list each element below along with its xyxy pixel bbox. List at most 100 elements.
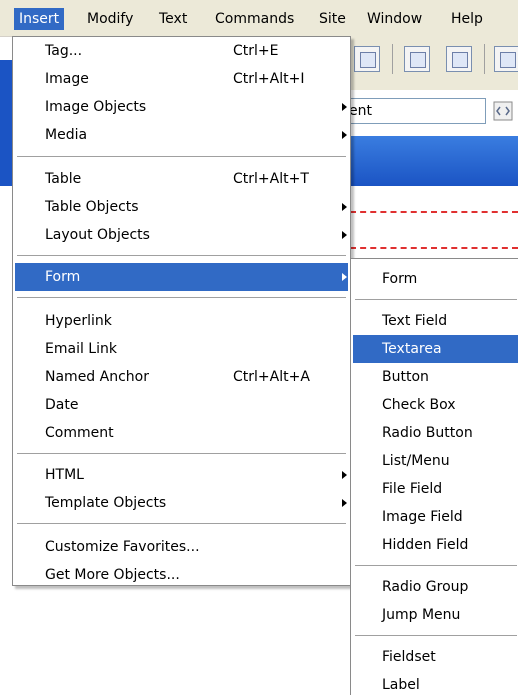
submenu-item-check-box[interactable]: Check Box [353,391,518,419]
menu-item-table-objects[interactable]: Table Objects [15,193,348,221]
menu-separator [17,453,346,457]
submenu-item-fieldset[interactable]: Fieldset [353,643,518,671]
background-panel-edge [0,60,12,186]
menu-item-layout-objects[interactable]: Layout Objects [15,221,348,249]
submenu-item-label: Radio Group [382,579,469,595]
submenu-separator [355,565,517,569]
menu-item-shortcut: Ctrl+Alt+T [233,171,309,187]
menu-item-label: Form [45,269,81,285]
toolbar-button-icon[interactable] [354,46,380,72]
menu-commands[interactable]: Commands [210,8,299,30]
submenu-item-label: List/Menu [382,453,450,469]
menu-modify[interactable]: Modify [82,8,138,30]
submenu-item-label: Textarea [382,341,442,357]
submenu-arrow-icon [342,499,347,507]
submenu-arrow-icon [342,273,347,281]
menu-insert[interactable]: Insert [14,8,65,30]
submenu-item-label: Check Box [382,397,456,413]
toolbar-separator [484,44,485,74]
submenu-item-label: Radio Button [382,425,473,441]
menu-item-image-objects[interactable]: Image Objects [15,93,348,121]
submenu-item-label: File Field [382,481,443,497]
menu-item-label: Media [45,127,88,143]
submenu-item-label: Hidden Field [382,537,469,553]
menu-item-shortcut: Ctrl+Alt+I [233,71,305,87]
tag-chooser-icon[interactable] [492,100,514,122]
menu-item-label: Layout Objects [45,227,150,243]
menu-item-label: Comment [45,425,114,441]
submenu-arrow-icon [342,203,347,211]
toolbar-separator [392,44,393,74]
submenu-item-file-field[interactable]: File Field [353,475,518,503]
menu-item-label: Template Objects [45,495,167,511]
submenu-item-text-field[interactable]: Text Field [353,307,518,335]
menu-item-image[interactable]: Image Ctrl+Alt+I [15,65,348,93]
toolbar-button-icon[interactable] [404,46,430,72]
menu-item-customize-favorites[interactable]: Customize Favorites... [15,533,348,561]
submenu-arrow-icon [342,231,347,239]
menu-item-form[interactable]: Form [15,263,348,291]
menu-site[interactable]: Site [314,8,351,30]
menu-item-date[interactable]: Date [15,391,348,419]
background-input[interactable]: ent [340,98,486,124]
menu-item-label: Table Objects [45,199,139,215]
submenu-item-label: Image Field [382,509,463,525]
menu-item-get-more-objects[interactable]: Get More Objects... [15,561,348,589]
menu-item-template-objects[interactable]: Template Objects [15,489,348,517]
menu-separator [17,523,346,527]
menu-window[interactable]: Window [362,8,427,30]
menu-item-email-link[interactable]: Email Link [15,335,348,363]
menu-item-shortcut: Ctrl+Alt+A [233,369,310,385]
menu-item-hyperlink[interactable]: Hyperlink [15,307,348,335]
menu-item-named-anchor[interactable]: Named Anchor Ctrl+Alt+A [15,363,348,391]
submenu-item-label: Text Field [382,313,448,329]
submenu-item-label: Form [382,271,418,287]
menu-item-label: Named Anchor [45,369,149,385]
menu-item-label: Customize Favorites... [45,539,200,555]
menu-item-media[interactable]: Media [15,121,348,149]
dashed-guide [350,247,518,249]
submenu-item-label: Fieldset [382,649,436,665]
menu-item-label: Date [45,397,79,413]
submenu-item-hidden-field[interactable]: Hidden Field [353,531,518,559]
menu-item-label: Tag... [45,43,83,59]
menu-help[interactable]: Help [446,8,488,30]
menu-item-label: Hyperlink [45,313,112,329]
submenu-arrow-icon [342,103,347,111]
menu-item-tag[interactable]: Tag... Ctrl+E [15,37,348,65]
menu-item-label: Get More Objects... [45,567,180,583]
submenu-item-radio-button[interactable]: Radio Button [353,419,518,447]
menu-item-label: Table [45,171,82,187]
insert-menu-dropdown: Tag... Ctrl+E Image Ctrl+Alt+I Image Obj… [12,36,351,586]
submenu-separator [355,635,517,639]
menu-item-shortcut: Ctrl+E [233,43,279,59]
form-submenu: Form Text Field Textarea Button Check Bo… [350,258,518,695]
toolbar-button-icon[interactable] [494,46,518,72]
menu-separator [17,156,346,160]
submenu-item-label: Jump Menu [382,607,461,623]
menu-item-label: Image Objects [45,99,147,115]
menu-bar: Insert Modify Text Commands Site Window … [0,0,518,37]
menu-separator [17,255,346,259]
menu-item-table[interactable]: Table Ctrl+Alt+T [15,165,348,193]
submenu-item-textarea[interactable]: Textarea [353,335,518,363]
menu-item-html[interactable]: HTML [15,461,348,489]
submenu-separator [355,299,517,303]
submenu-item-radio-group[interactable]: Radio Group [353,573,518,601]
menu-text[interactable]: Text [154,8,192,30]
submenu-arrow-icon [342,471,347,479]
submenu-arrow-icon [342,131,347,139]
submenu-item-label: Button [382,369,429,385]
submenu-item-form[interactable]: Form [353,265,518,293]
menu-item-comment[interactable]: Comment [15,419,348,447]
toolbar-button-icon[interactable] [446,46,472,72]
submenu-item-list-menu[interactable]: List/Menu [353,447,518,475]
menu-item-label: Image [45,71,89,87]
menu-item-label: Email Link [45,341,117,357]
submenu-item-jump-menu[interactable]: Jump Menu [353,601,518,629]
dashed-guide [350,211,518,213]
background-title-bar [340,136,518,186]
submenu-item-button[interactable]: Button [353,363,518,391]
menu-item-label: HTML [45,467,84,483]
submenu-item-image-field[interactable]: Image Field [353,503,518,531]
